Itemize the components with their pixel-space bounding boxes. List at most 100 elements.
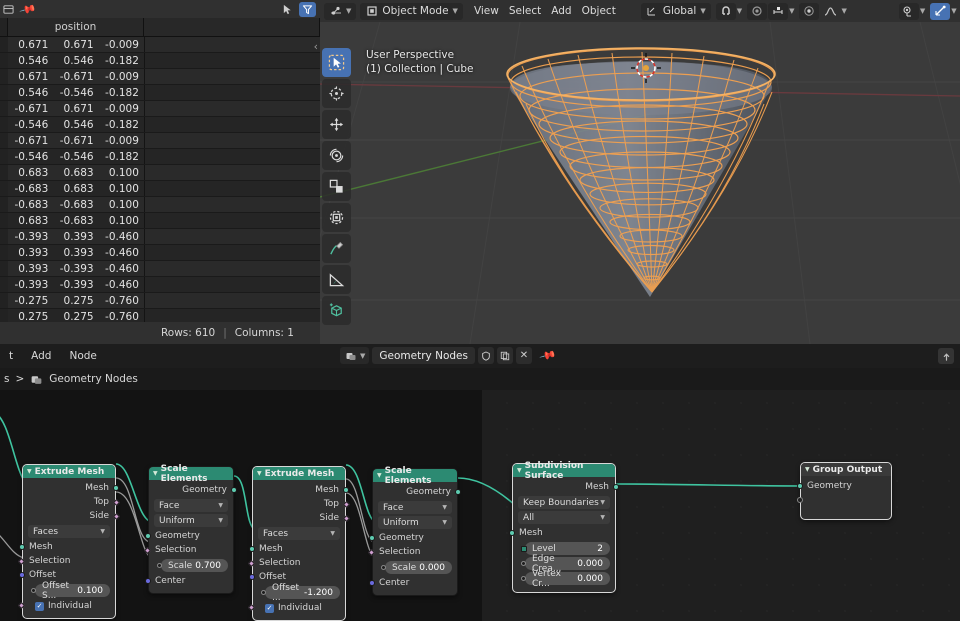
table-row[interactable]: -0.671-0.671-0.009 xyxy=(0,133,320,149)
chevron-down-icon[interactable]: ▼ xyxy=(517,467,522,474)
datablock-type-selector[interactable]: ▼ xyxy=(340,347,369,364)
node-header[interactable]: ▼ Subdivision Surface xyxy=(513,464,615,477)
menu-add[interactable]: Add xyxy=(22,350,60,362)
gizmo-icon[interactable] xyxy=(930,3,950,20)
rotate-tool[interactable] xyxy=(322,141,351,170)
output-socket-side[interactable]: Side xyxy=(253,511,345,525)
menu-node[interactable]: Node xyxy=(60,350,105,362)
output-socket-mesh[interactable]: Mesh xyxy=(513,480,615,494)
dropdown-scale-mode[interactable]: Uniform ▼ xyxy=(154,514,228,527)
output-socket-mesh[interactable]: Mesh xyxy=(253,483,345,497)
breadcrumb-label[interactable]: Geometry Nodes xyxy=(49,373,138,385)
output-socket-side[interactable]: Side xyxy=(23,509,115,523)
input-socket-mesh[interactable]: Mesh xyxy=(23,540,115,554)
table-row[interactable]: 0.3930.393-0.460 xyxy=(0,245,320,261)
checkbox-box[interactable]: ✓ xyxy=(265,604,274,613)
chevron-down-icon[interactable]: ▼ xyxy=(257,470,262,477)
proportional-edit-icon[interactable] xyxy=(747,3,767,20)
table-row[interactable]: -0.393-0.393-0.460 xyxy=(0,277,320,293)
table-row[interactable]: -0.6830.6830.100 xyxy=(0,181,320,197)
output-socket-mesh[interactable]: Mesh xyxy=(23,481,115,495)
annotate-tool[interactable] xyxy=(322,234,351,263)
dropdown-boundary-smooth[interactable]: Keep Boundaries ▼ xyxy=(518,496,610,509)
fake-user-icon[interactable] xyxy=(478,347,494,364)
node-header[interactable]: ▼ Scale Elements xyxy=(149,467,233,480)
table-row[interactable]: 0.683-0.6830.100 xyxy=(0,213,320,229)
transform-orientation-selector[interactable]: Global ▼ xyxy=(641,3,711,20)
chevron-down-icon[interactable]: ▼ xyxy=(377,472,382,479)
field-offset-scale[interactable]: Offset ... -1.200 xyxy=(265,586,340,599)
cursor-select-icon[interactable] xyxy=(279,2,296,17)
move-tool[interactable] xyxy=(322,110,351,139)
input-socket-center[interactable]: Center xyxy=(373,576,457,590)
input-socket-geometry[interactable]: Geometry xyxy=(373,531,457,545)
field-vertex-crease[interactable]: Vertex Cr... 0.000 xyxy=(525,572,610,585)
dropdown-mode[interactable]: Faces ▼ xyxy=(28,525,110,538)
node-header[interactable]: ▼ Extrude Mesh xyxy=(23,465,115,478)
viewport-canvas[interactable]: User Perspective (1) Collection | Cube xyxy=(320,22,960,344)
dropdown-domain[interactable]: Face ▼ xyxy=(378,501,452,514)
table-row[interactable]: -0.2750.275-0.760 xyxy=(0,293,320,309)
column-header-position[interactable]: position xyxy=(8,18,144,36)
node-tree-name-field[interactable]: Geometry Nodes xyxy=(372,347,475,364)
add-cube-tool[interactable] xyxy=(322,296,351,325)
table-row[interactable]: 0.6710.671-0.009 xyxy=(0,37,320,53)
node-scale-elements-1[interactable]: ▼ Scale Elements Geometry Face ▼ Uniform… xyxy=(148,466,234,594)
chevron-down-icon[interactable]: ▼ xyxy=(27,468,32,475)
input-socket-selection[interactable]: Selection xyxy=(373,545,457,559)
sidebar-collapse-icon[interactable]: ‹ xyxy=(314,40,318,53)
snap-magnet-icon[interactable] xyxy=(716,3,736,20)
new-datablock-icon[interactable] xyxy=(497,347,513,364)
input-socket-mesh[interactable]: Mesh xyxy=(513,526,615,540)
table-row[interactable]: 0.546-0.546-0.182 xyxy=(0,85,320,101)
table-row[interactable]: -0.3930.393-0.460 xyxy=(0,229,320,245)
checkbox-individual[interactable]: ✓ Individual xyxy=(253,601,345,615)
table-row[interactable]: 0.671-0.671-0.009 xyxy=(0,69,320,85)
node-canvas[interactable]: ▼ Extrude Mesh Mesh Top Side xyxy=(0,390,960,621)
table-row[interactable]: -0.546-0.546-0.182 xyxy=(0,149,320,165)
table-row[interactable]: 0.6830.6830.100 xyxy=(0,165,320,181)
spreadsheet-rows[interactable]: 0.6710.671-0.0090.5460.546-0.1820.671-0.… xyxy=(0,37,320,322)
field-scale[interactable]: Scale 0.700 xyxy=(161,559,228,572)
node-extrude-mesh-2[interactable]: ▼ Extrude Mesh Mesh Top Side xyxy=(252,466,346,621)
proportional-falloff-toggle-icon[interactable] xyxy=(799,3,819,20)
field-offset-scale[interactable]: Offset S... 0.100 xyxy=(35,584,110,597)
editor-type-selector[interactable]: ▼ xyxy=(324,3,356,20)
table-row[interactable]: 0.5460.546-0.182 xyxy=(0,53,320,69)
filter-icon[interactable] xyxy=(299,2,316,17)
breadcrumb-prefix[interactable]: s xyxy=(4,373,9,385)
table-row[interactable]: -0.6710.671-0.009 xyxy=(0,101,320,117)
input-socket-selection[interactable]: Selection xyxy=(23,554,115,568)
table-row[interactable]: -0.5460.546-0.182 xyxy=(0,117,320,133)
node-scale-elements-2[interactable]: ▼ Scale Elements Geometry Face ▼ Uniform… xyxy=(372,468,458,596)
input-socket-virtual[interactable] xyxy=(801,493,891,507)
node-subdivision-surface[interactable]: ▼ Subdivision Surface Mesh Keep Boundari… xyxy=(512,463,616,593)
input-socket-selection[interactable]: Selection xyxy=(253,556,345,570)
back-to-previous-icon[interactable] xyxy=(938,348,954,364)
field-scale[interactable]: Scale 0.000 xyxy=(385,561,452,574)
dropdown-domain[interactable]: Face ▼ xyxy=(154,499,228,512)
falloff-curve-icon[interactable] xyxy=(820,3,840,20)
input-socket-selection[interactable]: Selection xyxy=(149,543,233,557)
input-socket-mesh[interactable]: Mesh xyxy=(253,542,345,556)
node-header[interactable]: ▼ Group Output xyxy=(801,463,891,476)
node-header[interactable]: ▼ Extrude Mesh xyxy=(253,467,345,480)
measure-tool[interactable] xyxy=(322,265,351,294)
chevron-down-icon[interactable]: ▼ xyxy=(153,470,158,477)
dropdown-scale-mode[interactable]: Uniform ▼ xyxy=(378,516,452,529)
output-socket-geometry[interactable]: Geometry xyxy=(149,483,233,497)
node-header[interactable]: ▼ Scale Elements xyxy=(373,469,457,482)
input-socket-geometry[interactable]: Geometry xyxy=(149,529,233,543)
chevron-down-icon[interactable]: ▼ xyxy=(789,7,794,15)
input-socket-geometry[interactable]: Geometry xyxy=(801,479,891,493)
editor-type-icon[interactable] xyxy=(2,3,15,16)
output-socket-top[interactable]: Top xyxy=(23,495,115,509)
menu-truncated[interactable]: t xyxy=(0,350,22,362)
menu-object[interactable]: Object xyxy=(577,3,621,20)
cursor-tool[interactable] xyxy=(322,79,351,108)
output-socket-top[interactable]: Top xyxy=(253,497,345,511)
snap-increment-icon[interactable] xyxy=(768,3,788,20)
node-extrude-mesh-1[interactable]: ▼ Extrude Mesh Mesh Top Side xyxy=(22,464,116,619)
checkbox-individual[interactable]: ✓ Individual xyxy=(23,599,115,613)
chevron-down-icon[interactable]: ▼ xyxy=(805,466,810,473)
